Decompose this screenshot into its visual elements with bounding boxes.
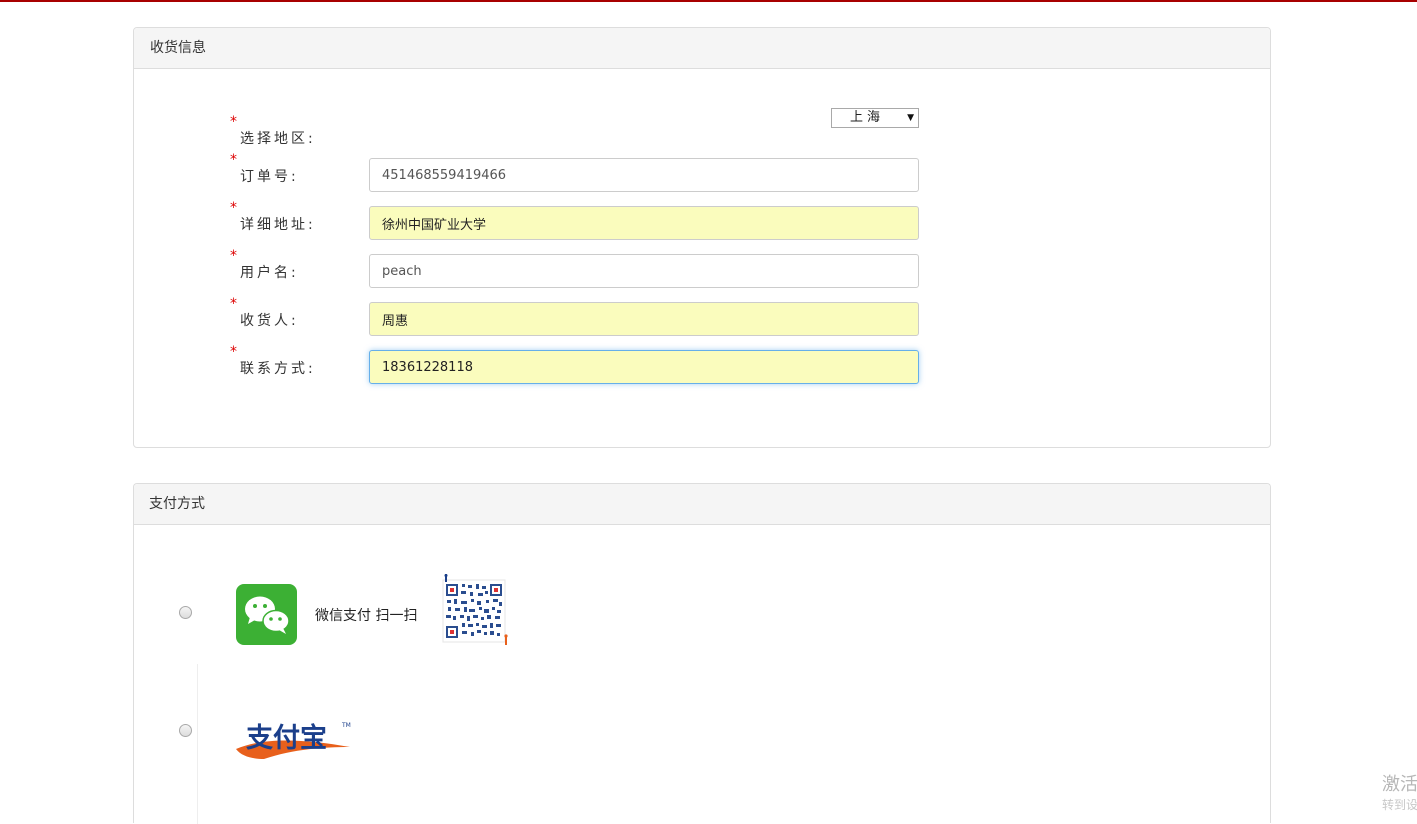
required-mark: * [230,344,237,360]
wechat-pay-label: 微信支付 扫一扫 [315,608,418,624]
username-field[interactable] [369,254,919,288]
recipient-label: 收货人: [240,313,299,329]
username-label: 用户名: [240,265,299,281]
region-label: 选择地区: [240,131,316,147]
top-accent-line [0,0,1417,2]
alipay-trademark: TM [341,722,351,729]
alipay-logo-text: 支付宝 [246,722,327,754]
divider-line [197,664,198,824]
required-mark: * [230,296,237,312]
qr-code-icon [440,574,508,649]
region-select-value: 上海 [850,110,885,125]
order-number-field[interactable] [369,158,919,192]
required-mark: * [230,152,237,168]
shipping-panel-title: 收货信息 [134,28,1270,69]
alipay-logo: 支付宝 TM [234,717,354,761]
order-number-label: 订单号: [240,169,299,185]
payment-panel: 支付方式 微信支付 扫一扫 支付宝 TM [133,483,1271,824]
phone-field[interactable] [369,350,919,384]
required-mark: * [230,114,237,130]
activation-watermark: 激活 [1382,774,1417,795]
recipient-field[interactable] [369,302,919,336]
shipping-panel: 收货信息 * 选择地区: 上海 ▼ * 订单号: * 详细地址: * 用户名: … [133,27,1271,448]
required-mark: * [230,248,237,264]
wechat-radio[interactable] [179,606,192,619]
wechat-icon [236,584,297,645]
alipay-radio[interactable] [179,724,192,737]
payment-panel-title: 支付方式 [134,484,1270,525]
chevron-down-icon: ▼ [907,113,914,123]
required-mark: * [230,200,237,216]
region-select[interactable]: 上海 ▼ [831,108,919,128]
phone-label: 联系方式: [240,361,316,377]
address-label: 详细地址: [240,217,316,233]
address-field[interactable] [369,206,919,240]
